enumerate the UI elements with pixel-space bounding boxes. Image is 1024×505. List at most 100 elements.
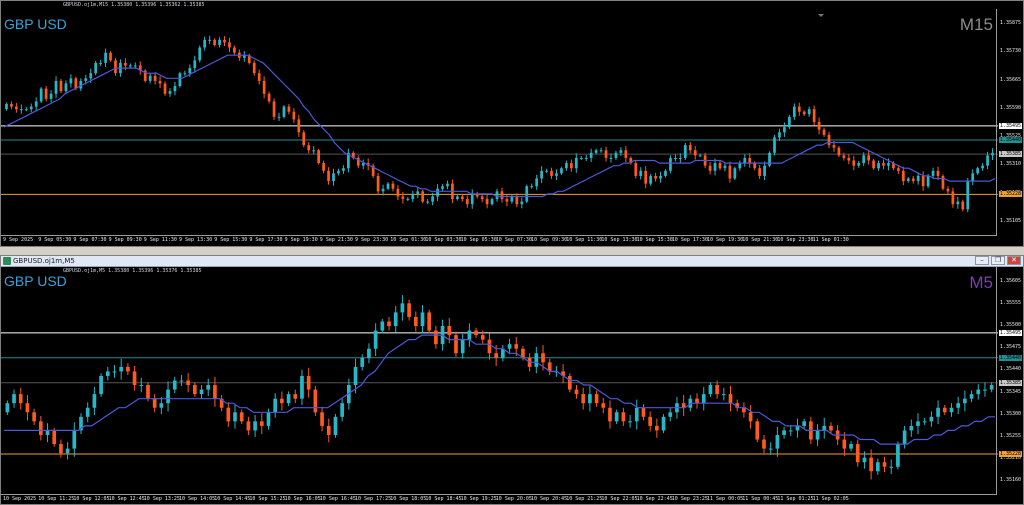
candle-body bbox=[361, 163, 365, 166]
candle-body bbox=[64, 83, 68, 92]
candle-body bbox=[494, 353, 498, 358]
candle-body bbox=[5, 403, 10, 413]
candle-body bbox=[614, 152, 618, 158]
candle-body bbox=[742, 407, 746, 413]
candle-body bbox=[99, 62, 102, 64]
candle-body bbox=[427, 312, 432, 331]
candle-body bbox=[85, 407, 90, 417]
candle-body bbox=[763, 165, 766, 176]
time-tick-label: 9 Sep 21:30 bbox=[319, 237, 353, 243]
price-axis[interactable]: 1.35605 1.35555 1.35500 1.35475 1.35440 1.353… bbox=[996, 267, 1023, 494]
symbol-label: GBP USD bbox=[4, 273, 67, 289]
candlestick-chart[interactable] bbox=[1, 267, 998, 494]
candle-body bbox=[887, 163, 890, 166]
chart-shift-marker[interactable] bbox=[818, 14, 824, 17]
candle-body bbox=[956, 201, 960, 205]
candle-body bbox=[456, 196, 459, 200]
candle-body bbox=[966, 181, 970, 210]
candle-body bbox=[634, 163, 638, 176]
window-titlebar[interactable]: GBPUSD.oj1m,M5 – ❐ ✕ bbox=[1, 256, 1023, 267]
candle-body bbox=[441, 186, 444, 189]
candle-body bbox=[753, 163, 757, 169]
candle-body bbox=[971, 173, 975, 182]
candle-body bbox=[956, 403, 961, 408]
chart-plot-area[interactable] bbox=[1, 267, 998, 494]
candle-body bbox=[693, 150, 697, 156]
candle-body bbox=[849, 444, 853, 449]
candle-body bbox=[748, 412, 753, 422]
candle-body bbox=[59, 444, 63, 454]
chart-plot-area[interactable] bbox=[1, 9, 998, 235]
candle-body bbox=[889, 466, 894, 468]
candle-body bbox=[15, 106, 18, 110]
restore-icon[interactable]: ❐ bbox=[991, 256, 1005, 265]
candle-body bbox=[52, 430, 57, 445]
close-icon[interactable]: ✕ bbox=[1007, 256, 1021, 265]
candle-body bbox=[569, 163, 573, 169]
time-tick-label: 11 Sep 02:05 bbox=[812, 496, 849, 502]
candle-body bbox=[367, 348, 371, 358]
candle-body bbox=[507, 344, 512, 349]
candle-body bbox=[857, 163, 861, 166]
candle-body bbox=[306, 375, 311, 390]
price-level-tag: 1.35440 bbox=[998, 136, 1022, 143]
candle-body bbox=[119, 366, 124, 372]
candle-body bbox=[407, 303, 411, 317]
candle-body bbox=[604, 150, 608, 158]
candle-body bbox=[172, 380, 177, 390]
price-tick-label: 1.35555 bbox=[999, 300, 1021, 307]
candle-body bbox=[614, 412, 619, 422]
minimize-icon[interactable]: – bbox=[975, 256, 989, 265]
time-axis[interactable]: 9 Sep 2025 9 Sep 05:30 9 Sep 07:30 9 Sep 09… bbox=[1, 235, 997, 246]
candle-body bbox=[320, 412, 324, 426]
chart-window-m15[interactable]: GBPUSD.oj1m,M15 1.35380 1.35396 1.35362 … bbox=[0, 0, 1024, 247]
candle-body bbox=[421, 191, 425, 202]
candle-body bbox=[267, 93, 271, 102]
candle-body bbox=[500, 191, 504, 200]
candle-body bbox=[822, 129, 826, 135]
candle-body bbox=[869, 457, 873, 472]
candle-body bbox=[695, 398, 699, 404]
candle-body bbox=[313, 389, 318, 413]
candle-body bbox=[332, 173, 335, 182]
candle-body bbox=[183, 73, 187, 75]
candle-body bbox=[862, 457, 867, 463]
time-tick-label: 10 Sep 16:45 bbox=[319, 496, 356, 502]
candle-body bbox=[226, 407, 231, 422]
candle-body bbox=[252, 62, 256, 74]
candle-body bbox=[446, 183, 449, 187]
candle-body bbox=[480, 196, 484, 200]
candle-body bbox=[669, 157, 672, 171]
price-level-tag: 1.35228 bbox=[998, 191, 1022, 198]
candle-body bbox=[802, 111, 806, 115]
candlestick-chart[interactable] bbox=[1, 9, 998, 235]
candle-body bbox=[69, 78, 73, 84]
price-axis[interactable]: 1.358751.357301.356651.355901.355251.353… bbox=[996, 9, 1023, 235]
chart-window-m5[interactable]: GBPUSD.oj1m,M5 – ❐ ✕ GBPUSD.oj1m,M5 1.35… bbox=[0, 255, 1024, 505]
candle-body bbox=[206, 385, 211, 390]
candle-body bbox=[186, 380, 190, 386]
time-axis[interactable]: 10 Sep 2025 10 Sep 11:25 10 Sep 12:05 10 Se… bbox=[1, 494, 997, 505]
candle-body bbox=[99, 375, 103, 395]
candle-body bbox=[386, 183, 390, 189]
candle-body bbox=[380, 321, 385, 331]
candle-body bbox=[253, 421, 257, 431]
candle-body bbox=[574, 157, 578, 169]
time-tick-label: 9 Sep 09:30 bbox=[108, 237, 142, 243]
candle-body bbox=[460, 196, 464, 200]
candle-body bbox=[609, 157, 613, 159]
time-tick-label: 10 Sep 14:05 bbox=[179, 496, 216, 502]
candle-body bbox=[936, 407, 940, 417]
candle-body bbox=[54, 80, 58, 94]
candle-body bbox=[233, 47, 236, 53]
candle-body bbox=[505, 199, 509, 202]
candle-body bbox=[454, 335, 458, 354]
candle-body bbox=[84, 78, 88, 81]
candle-body bbox=[223, 39, 226, 43]
candle-body bbox=[715, 385, 719, 395]
candle-body bbox=[292, 111, 296, 120]
candle-body bbox=[847, 157, 851, 161]
candle-body bbox=[946, 188, 950, 192]
candle-body bbox=[228, 42, 231, 48]
candle-body bbox=[721, 394, 726, 396]
